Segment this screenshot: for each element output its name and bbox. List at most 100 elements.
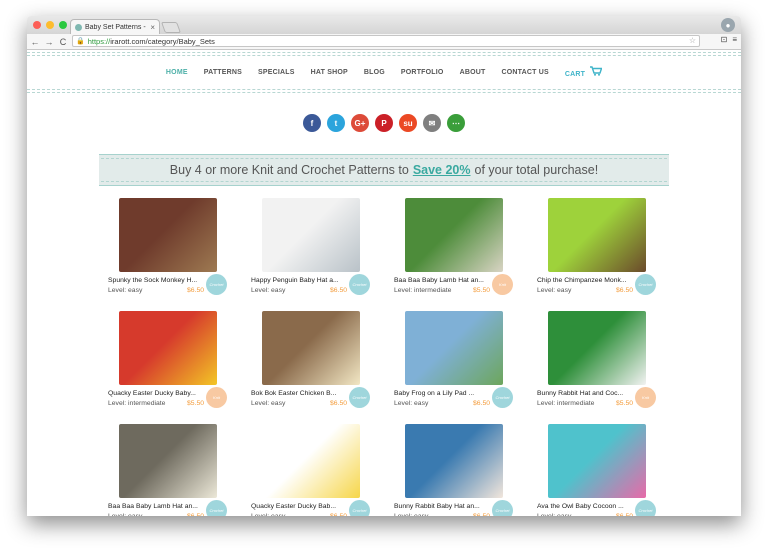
new-tab-button[interactable] [160, 22, 182, 33]
product-price: $6.50 [616, 513, 633, 516]
facebook-icon[interactable]: f [303, 114, 321, 132]
lock-icon: 🔒 [76, 38, 85, 45]
tab-title: Baby Set Patterns - IraRott [85, 23, 148, 31]
pinterest-icon[interactable]: P [375, 114, 393, 132]
product-image[interactable] [548, 311, 646, 385]
product-card[interactable]: Baa Baa Baby Lamb Hat an... Level: interm… [385, 194, 527, 304]
product-card[interactable]: Bunny Rabbit Hat and Coc... Level: interm… [528, 307, 670, 417]
product-image[interactable] [548, 198, 646, 272]
product-card[interactable]: Happy Penguin Baby Hat a... Level: easy $6… [242, 194, 384, 304]
header-stitch-bottom2 [27, 92, 741, 93]
promo-banner: Buy 4 or more Knit and Crochet Patterns … [99, 154, 669, 186]
product-title[interactable]: Happy Penguin Baby Hat a... [251, 277, 347, 284]
product-level: Level: easy [251, 400, 286, 407]
profile-icon[interactable]: ● [721, 18, 735, 32]
product-title[interactable]: Baby Frog on a Lily Pad ... [394, 390, 490, 397]
pattern-type-badge: Crochet [349, 387, 370, 408]
forward-button[interactable]: → [43, 37, 55, 47]
nav-item-portfolio[interactable]: PORTFOLIO [401, 69, 444, 76]
url-scheme: https:// [87, 36, 111, 46]
product-card[interactable]: Bok Bok Easter Chicken B... Level: easy $6… [242, 307, 384, 417]
tab-close-icon[interactable]: × [150, 23, 155, 32]
header-stitch-top2 [27, 55, 741, 56]
nav-item-specials[interactable]: SPECIALS [258, 69, 295, 76]
pattern-type-badge: Crochet [635, 274, 656, 295]
product-title[interactable]: Chip the Chimpanzee Monk... [537, 277, 633, 284]
window-controls [33, 21, 67, 29]
title-bar: Baby Set Patterns - IraRott × ● [27, 16, 741, 34]
product-image[interactable] [119, 311, 217, 385]
pattern-type-badge: Crochet [206, 500, 227, 516]
browser-tab[interactable]: Baby Set Patterns - IraRott × [70, 19, 160, 34]
product-card[interactable]: Baa Baa Baby Lamb Hat an... Level: easy $6… [99, 420, 241, 516]
pattern-type-badge: Knit [492, 274, 513, 295]
pattern-type-badge: Crochet [635, 500, 656, 516]
product-title[interactable]: Bunny Rabbit Hat and Coc... [537, 390, 633, 397]
product-card[interactable]: Spunky the Sock Monkey H... Level: easy $6… [99, 194, 241, 304]
product-card[interactable]: Quacky Easter Ducky Bab... Level: easy $6.… [242, 420, 384, 516]
product-title[interactable]: Bok Bok Easter Chicken B... [251, 390, 347, 397]
shopping-cart-icon [590, 66, 603, 78]
product-image[interactable] [119, 198, 217, 272]
url-text: irarott.com/category/Baby_Sets [110, 36, 215, 46]
google-plus-icon[interactable]: G+ [351, 114, 369, 132]
product-card[interactable]: Quacky Easter Ducky Baby... Level: interm… [99, 307, 241, 417]
twitter-icon[interactable]: t [327, 114, 345, 132]
favicon-icon [75, 23, 82, 31]
address-bar[interactable]: 🔒 https:// irarott.com/category/Baby_Set… [72, 35, 700, 47]
nav-item-blog[interactable]: BLOG [364, 69, 385, 76]
banner-stitch [101, 158, 667, 159]
browser-toolbar: ← → C 🔒 https:// irarott.com/category/Ba… [27, 34, 741, 50]
product-title[interactable]: Quacky Easter Ducky Bab... [251, 503, 347, 510]
extension-icon[interactable]: ⊡ [721, 35, 728, 44]
product-image[interactable] [405, 424, 503, 498]
social-share-bar: f t G+ Psu ✉ ⋯ [27, 114, 741, 132]
product-title[interactable]: Bunny Rabbit Baby Hat an... [394, 503, 490, 510]
product-level: Level: intermediate [108, 400, 166, 407]
nav-item-patterns[interactable]: PATTERNS [204, 69, 242, 76]
close-window-button[interactable] [33, 21, 41, 29]
product-card[interactable]: Baby Frog on a Lily Pad ... Level: easy $6… [385, 307, 527, 417]
nav-item-cart[interactable]: CART [564, 66, 603, 78]
product-title[interactable]: Baa Baa Baby Lamb Hat an... [394, 277, 490, 284]
share-icon[interactable]: ⋯ [447, 114, 465, 132]
product-title[interactable]: Baa Baa Baby Lamb Hat an... [108, 503, 204, 510]
product-image[interactable] [405, 198, 503, 272]
back-button[interactable]: ← [29, 37, 41, 47]
product-price: $6.50 [330, 400, 348, 407]
menu-icon[interactable]: ≡ [732, 35, 737, 44]
email-icon[interactable]: ✉ [423, 114, 441, 132]
product-title[interactable]: Quacky Easter Ducky Baby... [108, 390, 204, 397]
bookmark-star-icon[interactable]: ☆ [689, 36, 696, 45]
pattern-type-badge: Crochet [206, 274, 227, 295]
header-stitch-top [27, 52, 741, 53]
cart-label: CART [564, 71, 586, 78]
header-stitch-bottom [27, 89, 741, 90]
minimize-window-button[interactable] [46, 21, 54, 29]
product-card[interactable]: Chip the Chimpanzee Monk... Level: easy $6… [528, 194, 670, 304]
product-image[interactable] [262, 311, 360, 385]
nav-item-hat-shop[interactable]: HAT SHOP [311, 69, 348, 76]
product-image[interactable] [262, 198, 360, 272]
pattern-type-badge: Crochet [492, 500, 513, 516]
nav-item-about[interactable]: ABOUT [460, 69, 486, 76]
product-level: Level: easy [537, 513, 571, 516]
stumbleupon-icon[interactable]: su [399, 114, 417, 132]
product-card[interactable]: Bunny Rabbit Baby Hat an... Level: easy $6… [385, 420, 527, 516]
product-card[interactable]: Ava the Owl Baby Cocoon ... Level: easy $6… [528, 420, 670, 516]
nav-item-contact-us[interactable]: CONTACT US [501, 69, 548, 76]
product-price: $6.50 [187, 287, 205, 294]
maximize-window-button[interactable] [59, 21, 67, 29]
product-image[interactable] [119, 424, 217, 498]
browser-window: Baby Set Patterns - IraRott × ● ← → C 🔒 … [27, 16, 741, 516]
product-title[interactable]: Spunky the Sock Monkey H... [108, 277, 204, 284]
product-title[interactable]: Ava the Owl Baby Cocoon ... [537, 503, 633, 510]
product-image[interactable] [548, 424, 646, 498]
reload-button[interactable]: C [57, 37, 69, 47]
product-image[interactable] [405, 311, 503, 385]
nav-item-home[interactable]: HOME [166, 69, 188, 76]
product-image[interactable] [262, 424, 360, 498]
product-price: $6.50 [187, 513, 204, 516]
banner-text-before: Buy 4 or more Knit and Crochet Patterns … [169, 163, 409, 177]
banner-save-link[interactable]: Save 20% [413, 163, 471, 177]
